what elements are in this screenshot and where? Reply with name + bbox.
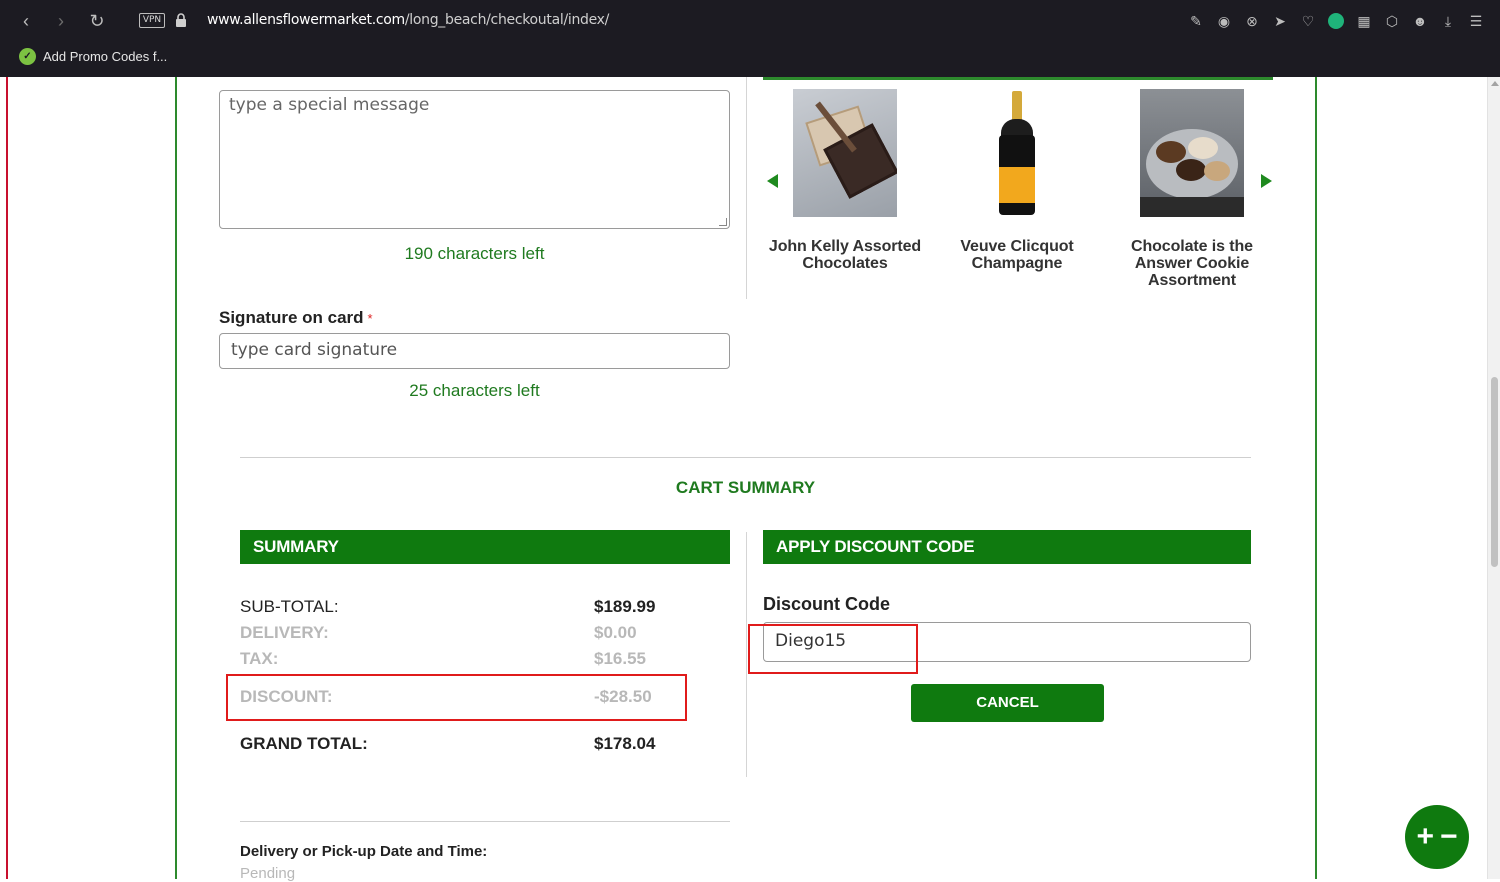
cart-summary-title: CART SUMMARY [675,478,816,497]
url-host: www.allensflowermarket.com [207,12,405,28]
delivery-value: $0.00 [594,623,637,642]
address-bar[interactable]: www.allensflowermarket.com/long_beach/ch… [207,12,609,28]
block-icon[interactable]: ⊗ [1238,11,1266,31]
product-card[interactable]: John Kelly Assorted Chocolates [760,89,930,272]
product-card[interactable]: Chocolate is the Answer Cookie Assortmen… [1107,89,1277,289]
page-edge [6,77,8,879]
section-divider [240,457,1251,458]
discount-header: APPLY DISCOUNT CODE [763,530,1251,564]
signature-input[interactable]: type card signature [219,333,730,369]
heart-icon[interactable]: ♡ [1294,11,1322,31]
profile-icon[interactable]: ☻ [1406,11,1434,31]
chocolate-box-image[interactable] [793,89,897,217]
special-message-placeholder: type a special message [229,95,430,115]
browser-toolbar: ‹ › ↻ VPN www.allensflowermarket.com/lon… [0,0,1500,42]
edit-icon[interactable]: ✎ [1182,11,1210,31]
discount-code-label: Discount Code [763,594,891,614]
summary-header: SUMMARY [240,530,730,564]
signature-label: Signature on card * [219,308,373,327]
delivery-date-value: Pending [240,865,296,882]
carousel-top-border [763,77,1273,80]
grand-total-value: $178.04 [594,734,656,753]
download-icon[interactable]: ⤓ [1434,11,1462,31]
plus-icon: + [1416,820,1434,853]
product-name[interactable]: Veuve Clicquot Champagne [932,238,1102,272]
section-divider [240,821,730,822]
vpn-badge[interactable]: VPN [139,13,165,28]
page-scrollbar[interactable] [1487,77,1500,879]
minus-icon: − [1440,820,1458,853]
zoom-toggle-button[interactable]: + − [1405,805,1469,869]
forward-icon[interactable]: › [50,10,72,32]
lock-icon [176,13,186,27]
content-frame-right [1315,77,1317,879]
browser-chrome: ‹ › ↻ VPN www.allensflowermarket.com/lon… [0,0,1500,77]
camera-icon[interactable]: ◉ [1210,11,1238,31]
grand-total-label: GRAND TOTAL: [240,734,368,753]
tax-value: $16.55 [594,649,646,668]
reload-icon[interactable]: ↻ [86,10,108,32]
resize-grip-icon[interactable] [719,218,727,226]
extension-icon[interactable] [1322,11,1350,31]
column-divider [746,532,747,777]
bookmark-label: Add Promo Codes f... [43,49,168,64]
signature-chars-left: 25 characters left [409,381,540,400]
checkout-page: type a special message 190 characters le… [0,77,1500,882]
scroll-thumb[interactable] [1491,377,1498,567]
champagne-bottle-image[interactable] [965,89,1069,217]
menu-icon[interactable]: ☰ [1462,11,1490,31]
tax-label: TAX: [240,649,279,668]
toolbar-icons: ✎ ◉ ⊗ ➤ ♡ ▦ ⬡ ☻ ⤓ ☰ [1182,11,1490,31]
cancel-discount-button[interactable]: CANCEL [911,684,1104,722]
product-name[interactable]: John Kelly Assorted Chocolates [760,238,930,272]
url-path: /long_beach/checkoutal/index/ [404,12,610,28]
bookmark-promo-codes[interactable]: ✓ Add Promo Codes f... [19,48,167,65]
scroll-up-icon[interactable] [1491,81,1499,86]
wallet-icon[interactable]: ▦ [1350,11,1378,31]
delivery-date-label: Delivery or Pick-up Date and Time: [240,843,488,860]
product-card[interactable]: Veuve Clicquot Champagne [932,89,1102,272]
product-name[interactable]: Chocolate is the Answer Cookie Assortmen… [1107,238,1277,289]
discount-highlight-box [226,674,687,721]
cube-icon[interactable]: ⬡ [1378,11,1406,31]
cookie-plate-image[interactable] [1140,89,1244,217]
back-icon[interactable]: ‹ [15,10,37,32]
subtotal-value: $189.99 [594,597,656,616]
promo-logo-icon: ✓ [19,48,36,65]
required-mark: * [367,311,373,326]
carousel-divider [746,77,747,299]
special-message-textarea[interactable]: type a special message [219,90,730,229]
code-highlight-box [748,624,918,674]
subtotal-label: SUB-TOTAL: [240,597,339,616]
delivery-label: DELIVERY: [240,623,329,642]
signature-placeholder: type card signature [231,340,398,360]
message-chars-left: 190 characters left [404,244,545,263]
content-frame-left [175,77,177,879]
bookmarks-bar: ✓ Add Promo Codes f... [0,42,1500,77]
send-icon[interactable]: ➤ [1266,11,1294,31]
